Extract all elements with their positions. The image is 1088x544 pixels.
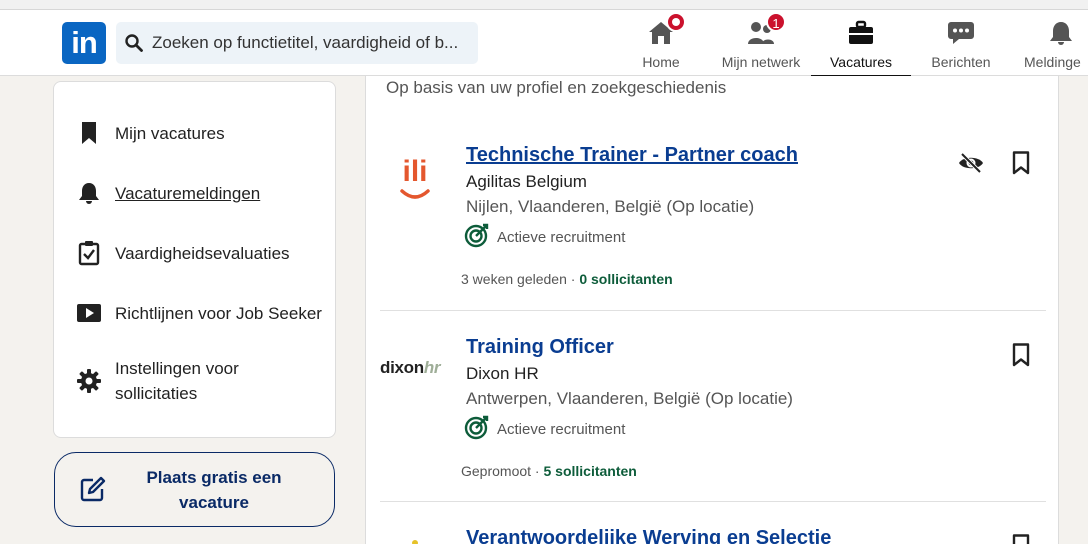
save-job-button[interactable] <box>1006 340 1036 370</box>
sidebar-item-label: Mijn vacatures <box>115 123 225 143</box>
search-icon <box>122 31 146 55</box>
job-location: Antwerpen, Vlaanderen, België (Op locati… <box>466 389 793 408</box>
job-card[interactable]: Verantwoordelijke Werving en Selectie <box>380 527 1046 544</box>
home-icon <box>646 12 686 48</box>
post-free-job-label: Plaats gratis een vacature <box>146 468 282 512</box>
sidebar-item-job-seeker-guidance[interactable]: Richtlijnen voor Job Seeker <box>76 300 322 326</box>
network-badge: 1 <box>766 12 786 32</box>
video-play-icon <box>76 300 102 326</box>
sidebar-item-label: Instellingen voor sollicitaties <box>115 359 239 403</box>
job-title-link[interactable]: Verantwoordelijke Werving en Selectie <box>466 527 831 544</box>
sidebar-item-label: Richtlijnen voor Job Seeker <box>115 303 322 323</box>
job-title-link[interactable]: Technische Trainer - Partner coach <box>466 144 798 167</box>
network-icon: 1 <box>746 12 786 48</box>
recommendations-subtitle: Op basis van uw profiel en zoekgeschiede… <box>386 78 727 97</box>
job-divider <box>380 501 1046 502</box>
job-recommendations: Op basis van uw profiel en zoekgeschiede… <box>365 76 1059 544</box>
job-card[interactable]: dixon hr Training Officer Dixon HR Antwer… <box>380 336 1046 486</box>
active-recruiting-label: Actieve recruitment <box>497 421 626 438</box>
hide-job-button[interactable] <box>956 148 986 178</box>
nav-notifications-label: Meldinge <box>1024 54 1081 70</box>
bookmark-icon <box>1012 534 1030 544</box>
company-logo-agilitas: ili <box>380 144 450 208</box>
job-applicants: 5 sollicitanten <box>543 463 637 479</box>
search-bar[interactable] <box>116 22 478 64</box>
sidebar-item-application-settings[interactable]: Instellingen voor sollicitaties <box>76 356 316 406</box>
sidebar-item-my-jobs[interactable]: Mijn vacatures <box>76 120 225 146</box>
meta-separator: · <box>531 463 544 479</box>
job-company: Dixon HR <box>466 364 539 383</box>
nav-jobs-label: Vacatures <box>830 54 892 70</box>
sidebar-item-label: Vacaturemeldingen <box>115 183 261 203</box>
company-logo-dixonhr: dixon hr <box>380 336 454 400</box>
save-job-button[interactable] <box>1006 148 1036 178</box>
clipboard-check-icon <box>76 240 102 266</box>
top-navbar: in Home 1 Mijn netwerk Vacatures Bericht… <box>0 10 1088 77</box>
company-logo-text: dixon <box>380 358 424 377</box>
job-company: Agilitas Belgium <box>466 172 587 191</box>
nav-network[interactable]: 1 Mijn netwerk <box>716 12 806 76</box>
bookmark-icon <box>1012 343 1030 367</box>
messaging-icon <box>946 18 976 48</box>
job-posted-time: 3 weken geleden <box>461 271 567 287</box>
bookmark-icon <box>76 120 102 146</box>
sidebar-item-job-alerts[interactable]: Vacaturemeldingen <box>76 180 260 206</box>
active-recruiting: Actieve recruitment <box>464 222 625 253</box>
search-input[interactable] <box>152 33 472 53</box>
home-notification-dot <box>666 12 686 32</box>
company-logo-text: hr <box>423 358 441 377</box>
company-logo <box>380 527 450 544</box>
job-title-link[interactable]: Training Officer <box>466 336 614 359</box>
nav-network-label: Mijn netwerk <box>721 54 801 70</box>
edit-icon <box>79 475 107 503</box>
nav-messaging-label: Berichten <box>931 54 991 70</box>
active-recruiting-label: Actieve recruitment <box>497 229 626 246</box>
jobs-sidebar: Mijn vacatures Vacaturemeldingen Vaardig… <box>53 81 336 438</box>
bell-icon <box>1046 18 1076 48</box>
target-icon <box>464 414 490 445</box>
target-icon <box>464 222 490 253</box>
save-job-button[interactable] <box>1006 531 1036 544</box>
nav-jobs[interactable]: Vacatures <box>811 16 911 77</box>
job-location: Nijlen, Vlaanderen, België (Op locatie) <box>466 197 755 216</box>
sidebar-item-label: Vaardigheidsevaluaties <box>115 243 290 263</box>
job-meta: Gepromoot · 5 sollicitanten <box>461 463 637 479</box>
job-meta: 3 weken geleden · 0 sollicitanten <box>461 271 673 287</box>
bell-icon <box>76 180 102 206</box>
briefcase-icon <box>846 18 876 48</box>
job-card[interactable]: ili Technische Trainer - Partner coach A… <box>380 144 1046 294</box>
job-applicants: 0 sollicitanten <box>579 271 673 287</box>
browser-top-strip <box>0 0 1088 10</box>
nav-home-label: Home <box>642 54 680 70</box>
active-recruiting: Actieve recruitment <box>464 414 625 445</box>
gear-icon <box>76 368 102 394</box>
sidebar-item-skill-assessments[interactable]: Vaardigheidsevaluaties <box>76 240 290 266</box>
job-divider <box>380 310 1046 311</box>
company-logo-text: ili <box>402 155 427 188</box>
linkedin-logo[interactable]: in <box>62 22 106 64</box>
job-promoted: Gepromoot <box>461 463 532 479</box>
bookmark-icon <box>1012 151 1030 175</box>
nav-messaging[interactable]: Berichten <box>926 16 996 76</box>
post-free-job-button[interactable]: Plaats gratis een vacature <box>54 452 335 527</box>
nav-home[interactable]: Home <box>638 12 686 76</box>
meta-separator: · <box>566 271 580 287</box>
eye-slash-icon <box>959 152 983 174</box>
nav-notifications[interactable]: Meldinge <box>1024 16 1088 76</box>
